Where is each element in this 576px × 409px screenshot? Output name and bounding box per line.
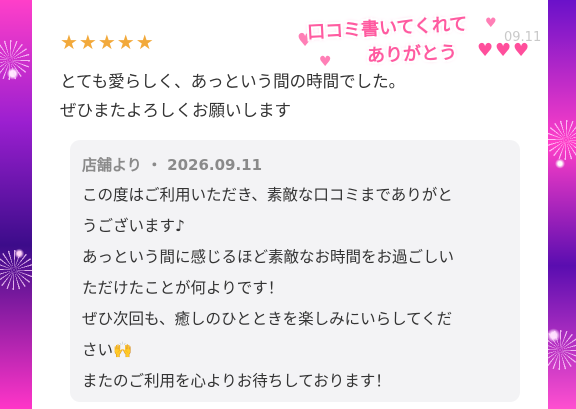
heart-icon: ♥ (477, 40, 494, 61)
reply-line: ただけたことが何よりです！ (82, 279, 284, 297)
heart-icon: ♥ (513, 40, 530, 61)
rating-stars: ★★★★★ (60, 30, 155, 54)
reply-text: この度はご利用いただき、素敵な口コミまでありがと うございます♪ あっという間に… (82, 180, 514, 397)
reply-line: あっという間に感じるほど素敵なお時間をお過ごしい (82, 248, 455, 266)
reply-line: うございます♪ (82, 217, 185, 235)
reply-line: ぜひ次回も、癒しのひとときを楽しみにいらしてくだ (82, 310, 453, 328)
firework-decoration (0, 250, 34, 290)
heart-icon: ♥ (485, 16, 497, 31)
sticker-text-line2: ありがとう (366, 42, 458, 67)
reply-line: またのご利用を心よりお待ちしております！ (82, 372, 391, 390)
firework-decoration (0, 40, 30, 80)
reply-line: この度はご利用いただき、素敵な口コミまでありがと (82, 186, 453, 204)
heart-icon: ♥ (495, 40, 512, 61)
reply-line: さい🙌 (82, 341, 133, 359)
left-decorative-frame (0, 0, 34, 409)
heart-icon: ♥ (319, 54, 332, 70)
thank-you-sticker: ♥ ♥ 口コミ書いてくれて ありがとう ♥ ♥ ♥ ♥ (297, 10, 547, 70)
review-line: とても愛らしく、あっという間の時間でした。 (60, 72, 406, 91)
reply-header: 店舗より ・ 2026.09.11 (82, 156, 263, 174)
firework-decoration (546, 120, 576, 160)
review-text: とても愛らしく、あっという間の時間でした。 ぜひまたよろしくお願いします (60, 67, 530, 125)
review-line: ぜひまたよろしくお願いします (60, 101, 291, 120)
right-decorative-frame (540, 0, 576, 409)
shop-reply: 店舗より ・ 2026.09.11 この度はご利用いただき、素敵な口コミまであり… (70, 140, 520, 402)
